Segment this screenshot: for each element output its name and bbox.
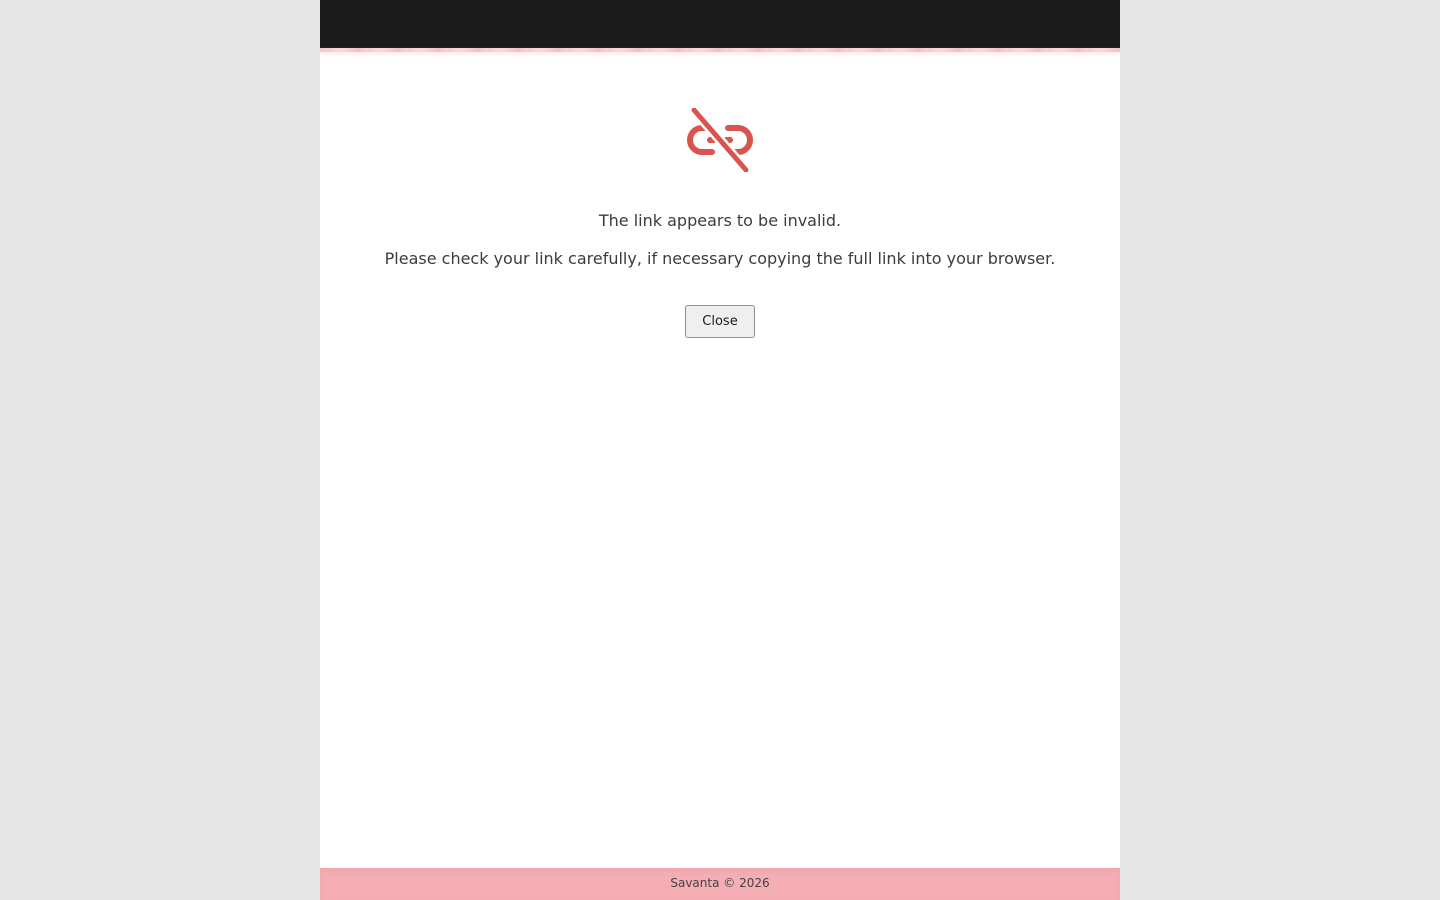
header-accent-strip <box>320 48 1120 52</box>
broken-link-icon <box>684 105 756 175</box>
top-header-bar <box>320 0 1120 48</box>
footer-copyright: Savanta © 2026 <box>670 876 770 890</box>
close-button[interactable]: Close <box>685 305 755 338</box>
invalid-link-message: The link appears to be invalid. <box>598 211 842 230</box>
footer: Savanta © 2026 <box>320 868 1120 900</box>
page-container: The link appears to be invalid. Please c… <box>320 0 1120 900</box>
instruction-message: Please check your link carefully, if nec… <box>384 249 1056 268</box>
